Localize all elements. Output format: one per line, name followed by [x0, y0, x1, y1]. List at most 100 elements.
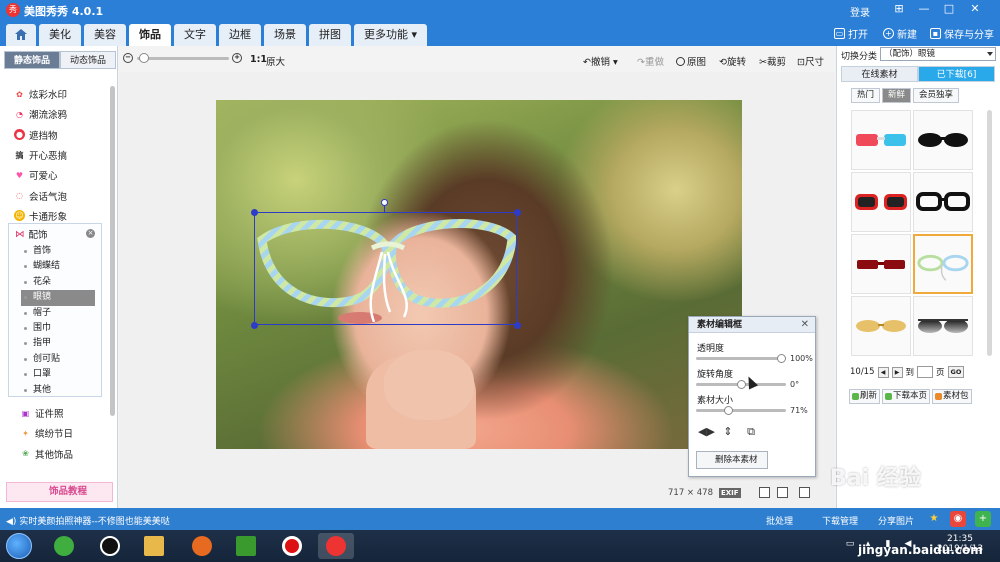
undo-button[interactable]: ↶撤销 ▾: [583, 54, 618, 68]
taskbar-app[interactable]: [184, 533, 220, 559]
keyboard-icon[interactable]: ▭: [844, 538, 856, 550]
zoom-in-icon[interactable]: +: [232, 53, 242, 63]
batch-button[interactable]: 批处理: [766, 514, 793, 527]
original-size-button[interactable]: 原大: [266, 54, 285, 68]
submenu-collapse-icon[interactable]: ×: [86, 229, 95, 238]
skin-icon[interactable]: ⊞: [890, 2, 908, 16]
category-item[interactable]: ✿ 炫彩水印: [14, 84, 106, 104]
resize-handle[interactable]: [514, 209, 521, 216]
compare-view-icon[interactable]: [759, 487, 770, 498]
exif-badge[interactable]: EXIF: [719, 488, 741, 498]
category-item[interactable]: ❀ 其他饰品: [20, 444, 110, 464]
submenu-item[interactable]: 蝴蝶结: [21, 259, 95, 274]
category-item[interactable]: 搞开心恶搞: [14, 145, 106, 165]
material-thumbnail[interactable]: [851, 234, 911, 294]
zoom-out-icon[interactable]: −: [123, 53, 133, 63]
rotate-button[interactable]: ⟲旋转: [719, 54, 746, 68]
resize-button[interactable]: ⊡尺寸: [797, 54, 824, 68]
submenu-item[interactable]: 花朵: [21, 275, 95, 290]
material-thumbnail[interactable]: [851, 296, 911, 356]
zoom-slider-thumb[interactable]: [139, 53, 149, 63]
minimize-button[interactable]: —: [915, 2, 933, 16]
new-button[interactable]: + 新建: [883, 26, 917, 41]
category-item[interactable]: ▣ 证件照: [20, 403, 110, 423]
category-item[interactable]: ◌ 会话气泡: [14, 185, 106, 205]
taskbar-app[interactable]: [46, 533, 82, 559]
resize-handle[interactable]: [251, 322, 258, 329]
tab-border[interactable]: 边框: [219, 24, 261, 46]
filter-new[interactable]: 新鲜: [882, 88, 912, 103]
material-thumbnail[interactable]: [851, 172, 911, 232]
tab-static-accessories[interactable]: 静态饰品: [4, 51, 60, 69]
left-scrollbar[interactable]: [110, 86, 115, 416]
opacity-slider[interactable]: [696, 357, 786, 360]
status-promo-link[interactable]: ◀) 实时美颜拍照神器--不修图也能美美哒: [6, 514, 170, 527]
download-page-button[interactable]: 下载本页: [882, 389, 931, 404]
next-page-button[interactable]: ▶: [891, 366, 903, 378]
taskbar-app-active[interactable]: [318, 533, 354, 559]
material-thumbnail[interactable]: [913, 296, 973, 356]
tab-text[interactable]: 文字: [174, 24, 216, 46]
tab-beautify[interactable]: 美化: [39, 24, 81, 46]
flip-horizontal-icon[interactable]: ◀▶: [698, 425, 715, 439]
go-button[interactable]: GO: [947, 366, 965, 378]
category-item[interactable]: ◔ 潮流涂鸦: [14, 104, 106, 124]
material-thumbnail[interactable]: [851, 110, 911, 170]
delete-material-button[interactable]: 删除本素材: [696, 451, 768, 469]
resize-handle[interactable]: [514, 322, 521, 329]
close-icon[interactable]: ✕: [801, 317, 809, 333]
filter-vip[interactable]: 会员独享: [913, 88, 960, 103]
tutorial-button[interactable]: 饰品教程: [6, 482, 113, 502]
weibo-icon[interactable]: ◉: [950, 511, 966, 527]
fit-view-icon[interactable]: [777, 487, 788, 498]
submenu-item-glasses[interactable]: 眼镜: [21, 290, 95, 306]
rotate-handle[interactable]: [381, 199, 388, 206]
tab-accessories[interactable]: 饰品: [129, 24, 171, 46]
maximize-button[interactable]: □: [940, 2, 958, 16]
photo[interactable]: [216, 100, 742, 449]
tab-makeup[interactable]: 美容: [84, 24, 126, 46]
zoom-slider[interactable]: [137, 57, 229, 60]
editor-header[interactable]: 素材编辑框 ✕: [689, 317, 815, 333]
crop-button[interactable]: ✂裁剪: [759, 54, 786, 68]
opacity-slider-thumb[interactable]: [777, 354, 786, 363]
submenu-item[interactable]: 帽子: [21, 306, 95, 321]
taskbar-app[interactable]: [274, 533, 310, 559]
tab-scene[interactable]: 场景: [264, 24, 306, 46]
tab-more[interactable]: 更多功能 ▾: [354, 24, 428, 46]
copy-icon[interactable]: ⧉: [744, 425, 758, 439]
tab-downloaded[interactable]: 已下载[6]: [918, 66, 995, 82]
share-image-button[interactable]: 分享图片: [878, 514, 914, 527]
category-item[interactable]: ● 遮挡物: [14, 125, 106, 145]
submenu-item[interactable]: 创可贴: [21, 352, 95, 367]
submenu-item[interactable]: 围巾: [21, 321, 95, 336]
login-link[interactable]: 登录: [850, 4, 870, 19]
material-thumbnail-selected[interactable]: [913, 234, 973, 294]
category-item[interactable]: ♥ 可爱心: [14, 165, 106, 185]
filter-hot[interactable]: 热门: [851, 88, 881, 103]
ratio-button[interactable]: 1:1: [250, 54, 267, 65]
submenu-item[interactable]: 其他: [21, 383, 95, 398]
taskbar-app[interactable]: [228, 533, 264, 559]
thumbnail-scrollbar[interactable]: [987, 110, 992, 356]
home-tab[interactable]: [6, 24, 36, 46]
tab-animated-accessories[interactable]: 动态饰品: [60, 51, 116, 69]
prev-page-button[interactable]: ◀: [877, 366, 889, 378]
fullscreen-icon[interactable]: [799, 487, 810, 498]
size-slider-thumb[interactable]: [724, 406, 734, 415]
category-select[interactable]: （配饰）眼镜: [880, 47, 996, 61]
category-item[interactable]: ✦ 缤纷节日: [20, 423, 110, 443]
open-button[interactable]: ▭ 打开: [834, 26, 868, 41]
submenu-header[interactable]: ⋈ 配饰: [15, 227, 48, 242]
plus-icon[interactable]: +: [975, 511, 991, 527]
taskbar-app[interactable]: [136, 533, 172, 559]
material-thumbnail[interactable]: [913, 110, 973, 170]
flip-vertical-icon[interactable]: ⇕: [721, 425, 735, 439]
size-slider[interactable]: [696, 409, 786, 412]
material-thumbnail[interactable]: [913, 172, 973, 232]
selection-box[interactable]: [254, 212, 517, 325]
original-button[interactable]: 原图: [676, 54, 706, 68]
rotation-slider-thumb[interactable]: [736, 380, 746, 389]
star-icon[interactable]: ★: [926, 511, 942, 527]
material-library-button[interactable]: 素材包: [932, 389, 972, 404]
